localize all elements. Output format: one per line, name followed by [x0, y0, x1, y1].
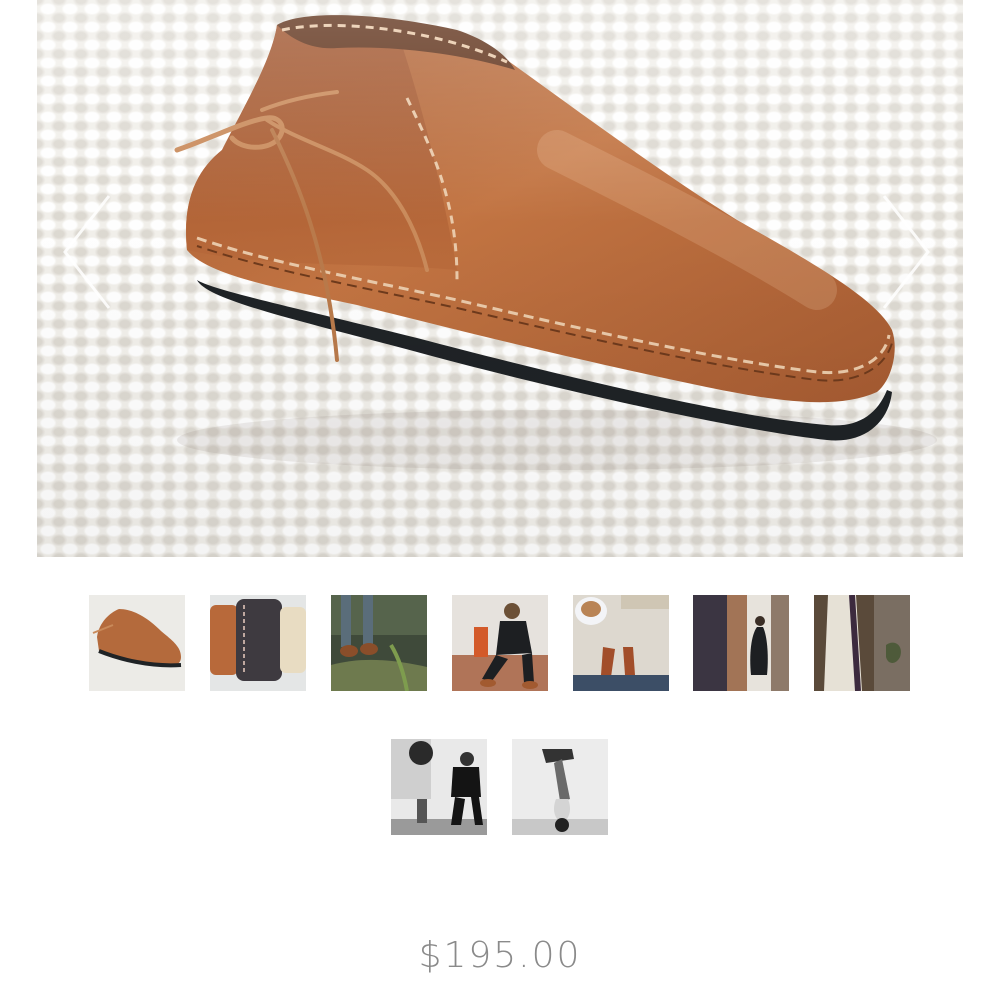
- thumbnail-person-seated-black-and-white[interactable]: [391, 739, 487, 835]
- next-image-button[interactable]: [876, 192, 936, 312]
- thumbnail-person-walking-alley[interactable]: [693, 595, 789, 691]
- thumbnail-person-headstand[interactable]: [512, 739, 608, 835]
- thumbnail-moccasins-three-colors[interactable]: [210, 595, 306, 691]
- previous-image-button[interactable]: [57, 192, 117, 312]
- product-price: $195.00: [418, 935, 582, 976]
- thumbnail-moccasins-outdoor-grass[interactable]: [331, 595, 427, 691]
- product-main-image: [37, 0, 963, 557]
- moccasin-tan-side-thumbnail: [89, 595, 185, 691]
- thumbnail-hanging-bag[interactable]: [814, 595, 910, 691]
- thumbnail-moccasin-tan-side[interactable]: [89, 595, 185, 691]
- thumbnail-person-seated-wearing-moccasins[interactable]: [452, 595, 548, 691]
- thumbnail-feet-with-coffee-cup[interactable]: [573, 595, 669, 691]
- chevron-right-icon: [882, 195, 930, 309]
- chevron-left-icon: [63, 195, 111, 309]
- moccasin-image: [174, 15, 937, 470]
